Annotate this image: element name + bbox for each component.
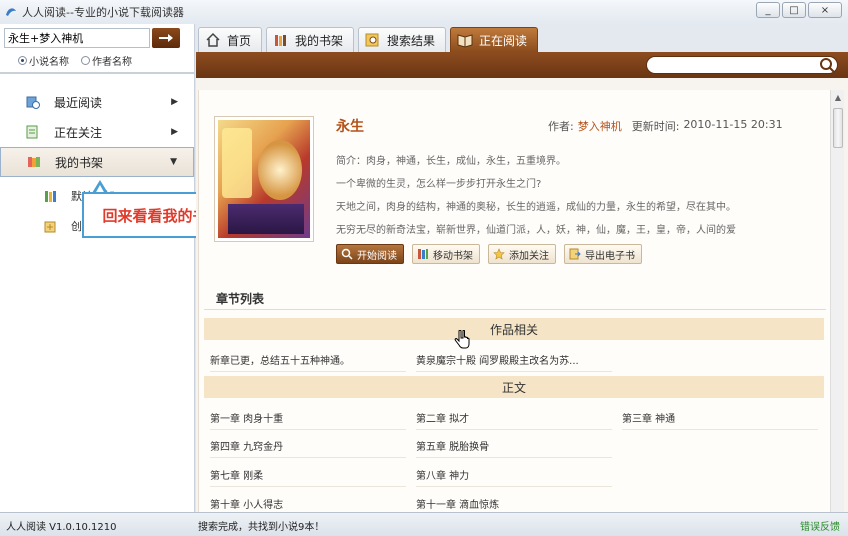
export-icon: [569, 248, 581, 260]
chapter-link[interactable]: 第三章 神通: [622, 410, 818, 430]
chevron-down-icon: ▼: [170, 157, 177, 167]
scroll-up-icon[interactable]: ▲: [831, 90, 845, 104]
minimize-button[interactable]: _: [756, 2, 780, 18]
desc-line: 天地之间，肉身的结构，神通的奥秘，长生的逍遥，成仙的力量，永生的希望，尽在其中。: [336, 202, 736, 213]
close-button[interactable]: ×: [808, 2, 842, 18]
desc-line: 简介：肉身，神通，长生，成仙，永生，五重境界。: [336, 156, 566, 167]
tab-label: 正在阅读: [479, 33, 528, 48]
hand-cursor-icon: [454, 330, 470, 349]
new-shelf-icon: [44, 221, 56, 232]
sidebar-item-label: 最近阅读: [54, 95, 103, 110]
author-link[interactable]: 梦入神机: [578, 118, 622, 134]
app-version: 人人阅读 V1.0.10.1210: [6, 522, 117, 533]
shelf-books-icon: [45, 190, 56, 202]
start-reading-button[interactable]: 开始阅读: [336, 244, 404, 264]
vertical-scrollbar[interactable]: ▲: [830, 90, 844, 512]
sidebar-item-label: 我的书架: [55, 155, 104, 170]
chapter-link[interactable]: 第一章 肉身十重: [210, 410, 406, 430]
chevron-right-icon: ▶: [171, 127, 178, 137]
app-logo-icon: [6, 8, 16, 16]
error-feedback-link[interactable]: 错误反馈: [800, 518, 840, 533]
search-results-icon: [365, 33, 379, 47]
tab-label: 我的书架: [295, 33, 344, 48]
tab-label: 搜索结果: [387, 33, 436, 48]
tab-now-reading[interactable]: 正在阅读: [450, 27, 539, 52]
chapter-link-related[interactable]: 黄泉魔宗十殿 阎罗殿殿主改名为苏...: [416, 352, 612, 372]
desc-line: 无穷无尽的新奇法宝，崭新世界，仙道门派，人，妖，神，仙，魔，王，皇，帝，人间的爱: [336, 225, 736, 236]
window-controls: _ □ ×: [756, 2, 842, 18]
cover-image: [218, 120, 310, 238]
open-book-icon: [457, 34, 473, 48]
chapter-link[interactable]: 第五章 脱胎换骨: [416, 438, 612, 458]
chapter-link[interactable]: 第二章 拟才: [416, 410, 612, 430]
maximize-button[interactable]: □: [782, 2, 806, 18]
author-label: 作者:: [548, 120, 574, 133]
section-related-header[interactable]: 作品相关: [204, 318, 824, 340]
arrow-right-icon: [159, 34, 173, 42]
bookshelf-icon: [28, 157, 40, 167]
window-title: 人人阅读--专业的小说下载阅读器: [22, 6, 184, 19]
novel-search-row: [4, 28, 180, 48]
search-go-button[interactable]: [152, 28, 180, 48]
book-title: 永生: [336, 119, 364, 135]
radio-novel-name[interactable]: 小说名称: [18, 53, 69, 68]
status-message: 搜索完成，共找到小说9本！: [198, 522, 325, 533]
sidebar-item-recent[interactable]: 最近阅读 ▶: [0, 87, 194, 117]
bookshelf-icon: [275, 35, 287, 46]
recent-read-icon: [26, 96, 40, 109]
search-icon[interactable]: [818, 56, 836, 74]
export-ebook-button[interactable]: 导出电子书: [564, 244, 642, 264]
updated-label: 更新时间:: [631, 120, 680, 133]
main-search-input[interactable]: [646, 56, 838, 74]
main-tabs: 首页 我的书架 搜索结果 正在阅读: [196, 24, 848, 52]
read-icon: [341, 248, 353, 260]
title-bar: 人人阅读--专业的小说下载阅读器 _ □ ×: [0, 0, 848, 24]
chapter-link[interactable]: 第七章 刚柔: [210, 467, 406, 487]
radio-checked-icon: [18, 56, 27, 65]
book-cover: [214, 116, 314, 242]
add-follow-button[interactable]: 添加关注: [488, 244, 556, 264]
chevron-right-icon: ▶: [171, 97, 178, 107]
chapter-link-related[interactable]: 新章已更，总结五十五种神通。: [210, 352, 406, 372]
section-main-header[interactable]: 正文: [204, 376, 824, 398]
radio-unchecked-icon: [81, 56, 90, 65]
book-meta: 作者: 梦入神机 更新时间: 2010-11-15 20:31: [548, 118, 783, 134]
sidebar-item-my-shelf[interactable]: 我的书架 ▼: [0, 147, 194, 177]
novel-search-input[interactable]: [4, 28, 150, 48]
sidebar-item-label: 正在关注: [54, 125, 103, 140]
sidebar-item-following[interactable]: 正在关注 ▶: [0, 117, 194, 147]
tab-home[interactable]: 首页: [198, 27, 263, 52]
book-actions: 开始阅读 移动书架 添加关注 导出电子书: [336, 244, 642, 264]
tab-label: 首页: [227, 33, 252, 48]
updated-time: 2010-11-15 20:31: [683, 118, 783, 131]
status-bar: 人人阅读 V1.0.10.1210 搜索完成，共找到小说9本！ 错误反馈: [0, 512, 848, 536]
home-icon: [206, 32, 220, 47]
chapter-link[interactable]: 第四章 九窍金丹: [210, 438, 406, 458]
left-divider: [0, 72, 195, 74]
move-shelf-button[interactable]: 移动书架: [412, 244, 480, 264]
tab-my-shelf[interactable]: 我的书架: [266, 27, 355, 52]
move-shelf-icon: [418, 249, 428, 259]
star-icon: [493, 248, 505, 260]
scroll-thumb[interactable]: [833, 108, 843, 148]
search-type-radios: 小说名称 作者名称: [18, 53, 132, 68]
chapter-list-heading: 章节列表: [204, 288, 826, 310]
radio-author-name[interactable]: 作者名称: [81, 53, 132, 68]
desc-line: 一个卑微的生灵，怎么样一步步打开永生之门?: [336, 179, 542, 190]
tab-search-results[interactable]: 搜索结果: [358, 27, 447, 52]
chapter-link[interactable]: 第八章 神力: [416, 467, 612, 487]
following-icon: [26, 125, 38, 139]
